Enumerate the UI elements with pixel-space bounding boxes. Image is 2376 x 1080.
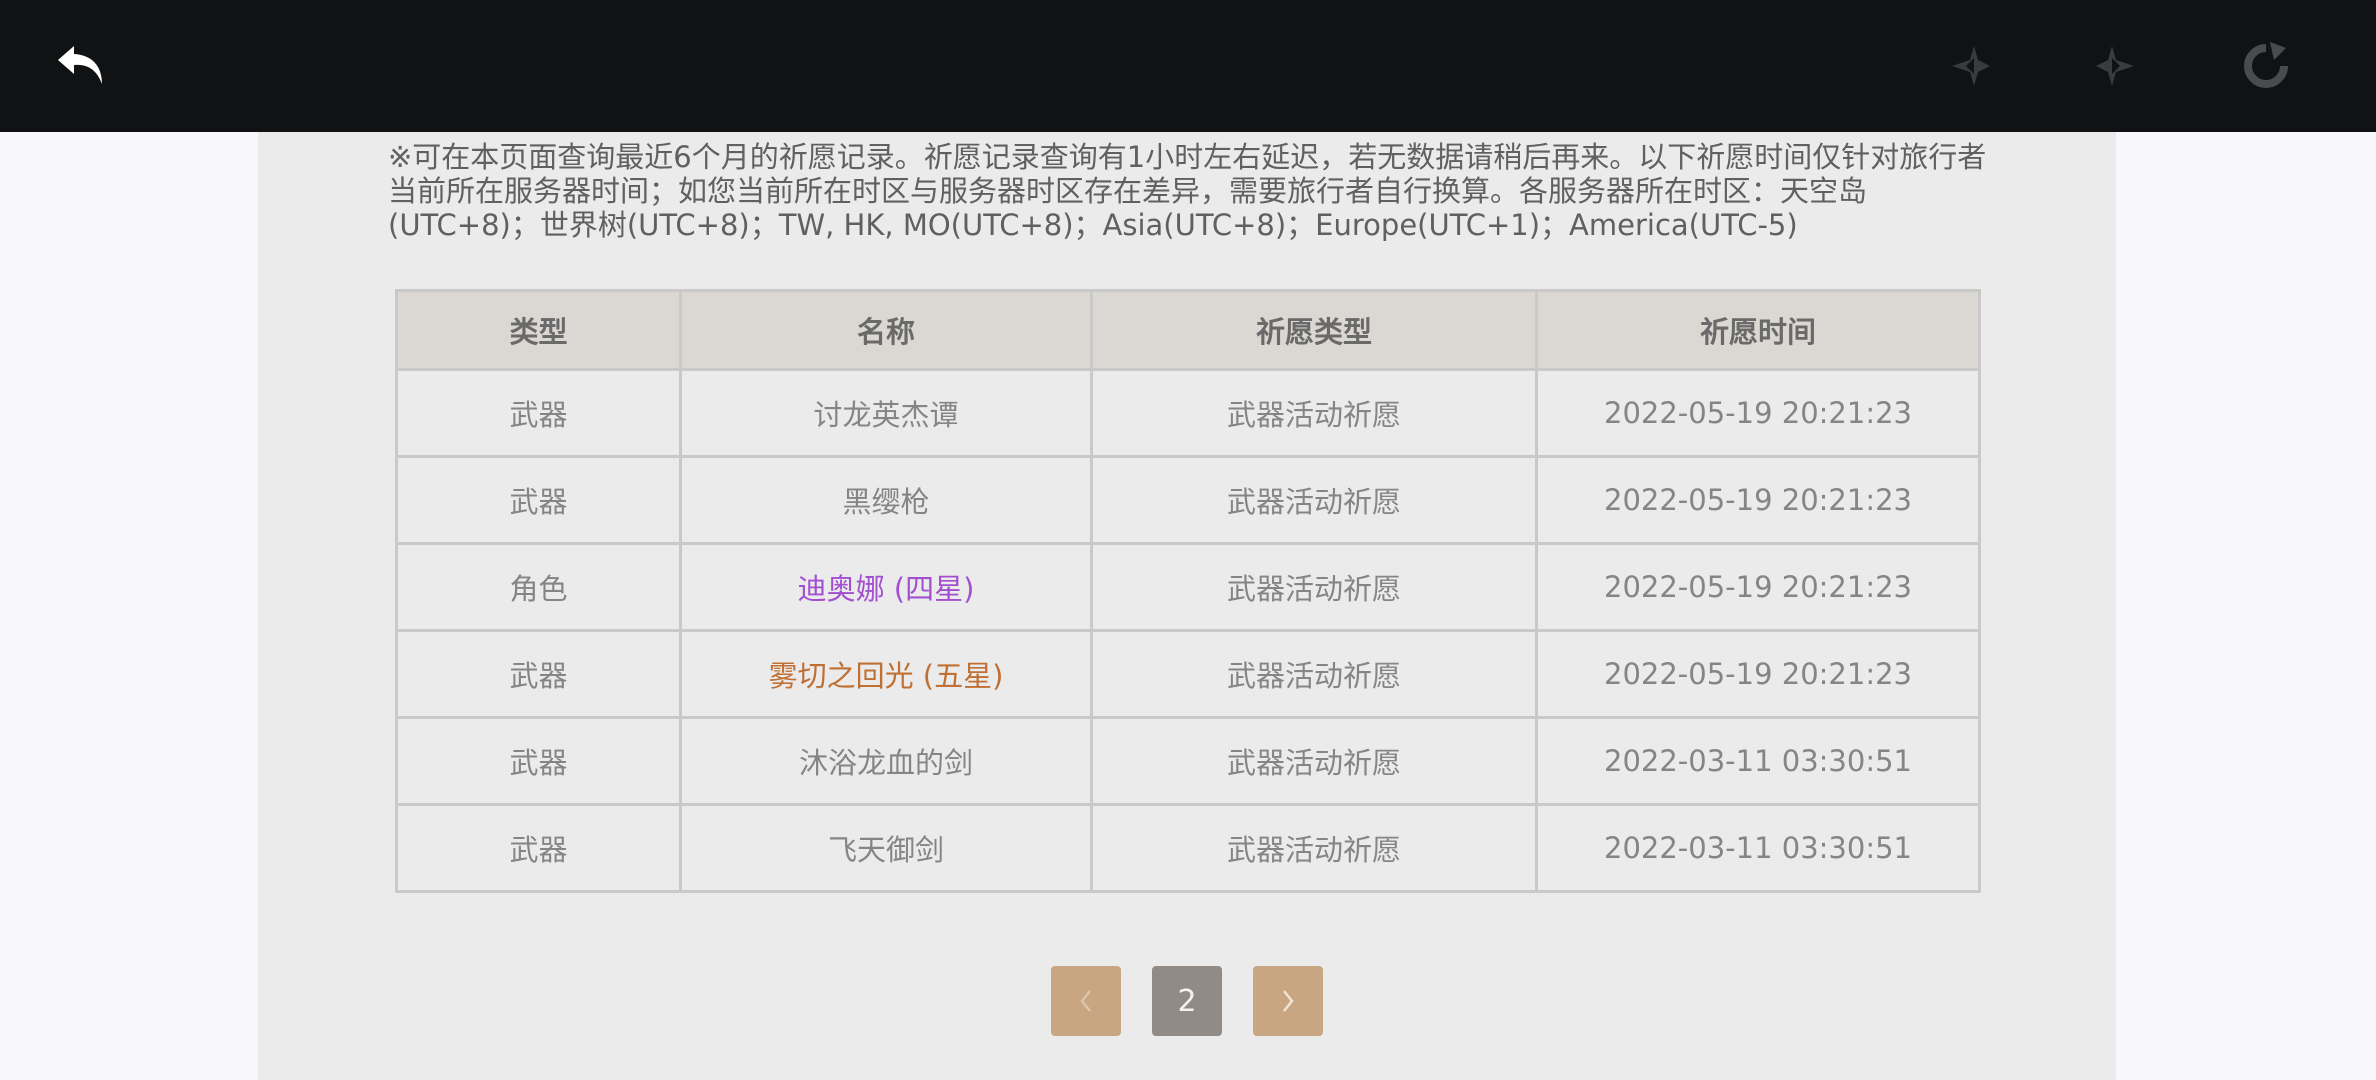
pager-next-button[interactable]	[1253, 966, 1323, 1036]
cell-type: 武器	[395, 629, 682, 719]
wish-history-table: 类型 名称 祈愿类型 祈愿时间 武器 讨龙英杰谭 武器活动祈愿 2022-05-…	[395, 289, 1981, 1029]
cell-type: 武器	[395, 455, 682, 545]
table-row: 武器 沐浴龙血的剑 武器活动祈愿 2022-03-11 03:30:51	[395, 716, 1981, 806]
table-row: 武器 雾切之回光 (五星) 武器活动祈愿 2022-05-19 20:21:23	[395, 629, 1981, 719]
table-row: 武器 飞天御剑 武器活动祈愿 2022-03-11 03:30:51	[395, 803, 1981, 893]
pager-prev-button[interactable]	[1051, 966, 1121, 1036]
next-button[interactable]	[2080, 30, 2152, 102]
cell-wish-type: 武器活动祈愿	[1090, 368, 1538, 458]
star-back-icon	[1952, 46, 1990, 86]
cell-time: 2022-05-19 20:21:23	[1535, 368, 1981, 458]
table-header-row: 类型 名称 祈愿类型 祈愿时间	[395, 289, 1981, 371]
table-row: 武器 黑缨枪 武器活动祈愿 2022-05-19 20:21:23	[395, 455, 1981, 545]
undo-arrow-icon	[58, 46, 102, 84]
cell-name-four-star: 迪奥娜 (四星)	[679, 542, 1093, 632]
back-button[interactable]	[46, 30, 118, 102]
cell-name-five-star: 雾切之回光 (五星)	[679, 629, 1093, 719]
reload-icon	[2244, 42, 2288, 88]
wish-history-panel: ※可在本页面查询最近6个月的祈愿记录。祈愿记录查询有1小时左右延迟，若无数据请稍…	[258, 132, 2116, 1080]
cell-time: 2022-05-19 20:21:23	[1535, 455, 1981, 545]
cell-wish-type: 武器活动祈愿	[1090, 803, 1538, 893]
cell-time: 2022-05-19 20:21:23	[1535, 629, 1981, 719]
header-name: 名称	[679, 289, 1093, 371]
cell-wish-type: 武器活动祈愿	[1090, 629, 1538, 719]
cell-name: 沐浴龙血的剑	[679, 716, 1093, 806]
cell-wish-type: 武器活动祈愿	[1090, 716, 1538, 806]
header-type: 类型	[395, 289, 682, 371]
chevron-left-icon	[1080, 990, 1091, 1012]
top-toolbar	[0, 0, 2376, 132]
table-row: 武器 讨龙英杰谭 武器活动祈愿 2022-05-19 20:21:23	[395, 368, 1981, 458]
cell-type: 武器	[395, 368, 682, 458]
previous-button[interactable]	[1934, 30, 2006, 102]
notice-text: ※可在本页面查询最近6个月的祈愿记录。祈愿记录查询有1小时左右延迟，若无数据请稍…	[388, 140, 1987, 242]
cell-time: 2022-03-11 03:30:51	[1535, 716, 1981, 806]
cell-wish-type: 武器活动祈愿	[1090, 542, 1538, 632]
cell-type: 武器	[395, 803, 682, 893]
cell-time: 2022-05-19 20:21:23	[1535, 542, 1981, 632]
star-forward-icon	[2096, 46, 2134, 86]
header-wish-type: 祈愿类型	[1090, 289, 1538, 371]
cell-name: 讨龙英杰谭	[679, 368, 1093, 458]
cell-type: 武器	[395, 716, 682, 806]
chevron-right-icon	[1283, 990, 1294, 1012]
cell-name: 飞天御剑	[679, 803, 1093, 893]
cell-time: 2022-03-11 03:30:51	[1535, 803, 1981, 893]
pager-current-page[interactable]: 2	[1152, 966, 1222, 1036]
cell-type: 角色	[395, 542, 682, 632]
cell-wish-type: 武器活动祈愿	[1090, 455, 1538, 545]
table-row: 角色 迪奥娜 (四星) 武器活动祈愿 2022-05-19 20:21:23	[395, 542, 1981, 632]
reload-button[interactable]	[2230, 30, 2302, 102]
header-wish-time: 祈愿时间	[1535, 289, 1981, 371]
cell-name: 黑缨枪	[679, 455, 1093, 545]
